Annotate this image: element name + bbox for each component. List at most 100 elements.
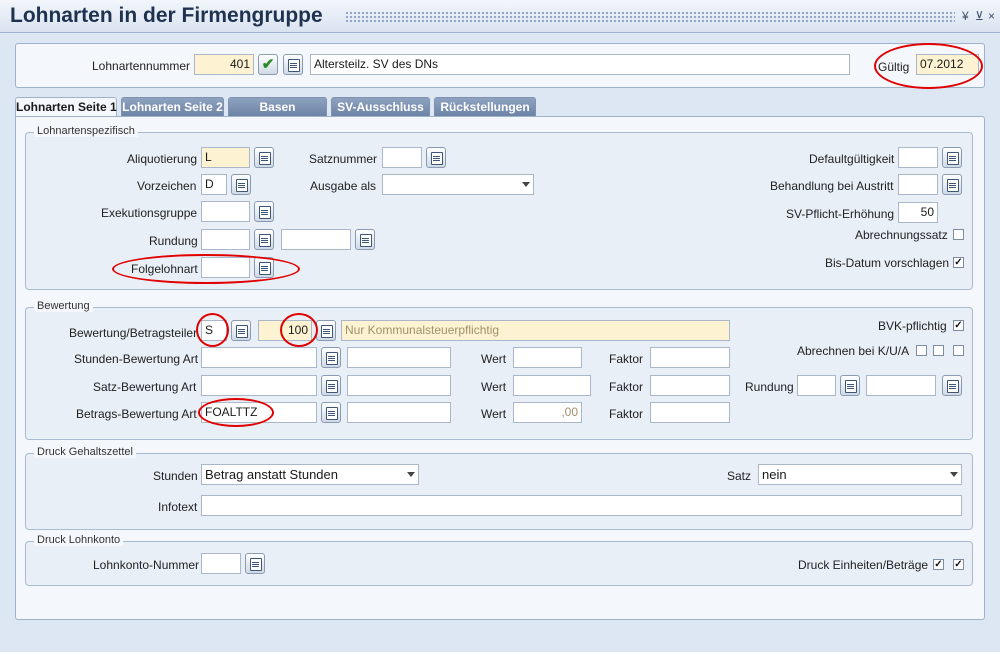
aliquotierung-list-button[interactable] bbox=[254, 147, 274, 168]
bewertung-rundung-description-field[interactable] bbox=[866, 375, 936, 396]
ausgabe-als-label: Ausgabe als bbox=[310, 179, 377, 193]
stunden-bewertung-list-button[interactable] bbox=[321, 347, 341, 368]
betragsteiler-description-field[interactable]: Nur Kommunalsteuerpflichtig bbox=[341, 320, 730, 341]
druck-stunden-select[interactable]: Betrag anstatt Stunden bbox=[201, 464, 419, 485]
satz-wert-label: Wert bbox=[481, 380, 507, 394]
stunden-faktor-label: Faktor bbox=[609, 352, 644, 366]
bewertung-legend: Bewertung bbox=[34, 300, 93, 312]
gueltig-field[interactable]: 07.2012 bbox=[916, 54, 979, 75]
folgelohnart-label: Folgelohnart bbox=[131, 262, 198, 276]
satznummer-label: Satznummer bbox=[309, 152, 378, 166]
tab-rueckstellungen[interactable]: Rückstellungen bbox=[434, 97, 536, 116]
betrags-bewertung-list-button[interactable] bbox=[321, 402, 341, 423]
druck-einheiten-label: Druck Einheiten/Beträge bbox=[798, 558, 929, 572]
stunden-bewertung-label: Stunden-Bewertung Art bbox=[74, 352, 199, 366]
satznummer-field[interactable] bbox=[382, 147, 422, 168]
lohnkonto-nummer-list-button[interactable] bbox=[245, 553, 265, 574]
rundung-description-list-button[interactable] bbox=[355, 229, 375, 250]
close-icon[interactable]: × bbox=[988, 9, 995, 23]
betragsteiler-list-button[interactable] bbox=[231, 320, 251, 341]
bis-datum-label: Bis-Datum vorschlagen bbox=[825, 256, 950, 270]
restore-icon[interactable]: ¥ bbox=[962, 9, 969, 23]
infotext-label: Infotext bbox=[158, 500, 198, 514]
minimize-icon[interactable]: ⊻ bbox=[975, 9, 984, 23]
satznummer-list-button[interactable] bbox=[426, 147, 446, 168]
defaultgueltigkeit-list-button[interactable] bbox=[942, 147, 962, 168]
behandlung-austritt-label: Behandlung bei Austritt bbox=[770, 179, 894, 193]
stunden-wert-field[interactable] bbox=[513, 347, 582, 368]
vorzeichen-label: Vorzeichen bbox=[137, 179, 197, 193]
betragsteiler-amount-field[interactable]: 100 bbox=[258, 320, 312, 341]
lohnartenspezifisch-legend: Lohnartenspezifisch bbox=[34, 125, 138, 137]
vorzeichen-list-button[interactable] bbox=[231, 174, 251, 195]
behandlung-austritt-field[interactable] bbox=[898, 174, 938, 195]
defaultgueltigkeit-label: Defaultgültigkeit bbox=[809, 152, 895, 166]
chevron-down-icon bbox=[522, 182, 530, 187]
betrags-bewertung-description-field[interactable] bbox=[347, 402, 451, 423]
bvk-pflichtig-checkbox[interactable]: ✓ bbox=[953, 320, 964, 331]
druck-lohnkonto-legend: Druck Lohnkonto bbox=[34, 534, 124, 546]
druck-betraege-checkbox[interactable]: ✓ bbox=[953, 559, 964, 570]
checkmark-icon: ✔ bbox=[261, 56, 275, 73]
lohnart-list-button[interactable] bbox=[283, 54, 303, 75]
betrags-wert-field[interactable]: ,00 bbox=[513, 402, 582, 423]
rundung-description-field[interactable] bbox=[281, 229, 351, 250]
defaultgueltigkeit-field[interactable] bbox=[898, 147, 938, 168]
bewertung-rundung-field[interactable] bbox=[797, 375, 836, 396]
satz-faktor-field[interactable] bbox=[650, 375, 730, 396]
aliquotierung-field[interactable]: L bbox=[201, 147, 250, 168]
betrags-faktor-field[interactable] bbox=[650, 402, 730, 423]
satz-faktor-label: Faktor bbox=[609, 380, 644, 394]
druck-satz-select[interactable]: nein bbox=[758, 464, 962, 485]
rundung-field[interactable] bbox=[201, 229, 250, 250]
bis-datum-checkbox[interactable]: ✓ bbox=[953, 257, 964, 268]
tab-lohnarten-seite-1[interactable]: Lohnarten Seite 1 bbox=[15, 97, 117, 117]
bewertung-rundung-label: Rundung bbox=[745, 380, 794, 394]
abrechnen-u-checkbox[interactable] bbox=[933, 345, 944, 356]
abrechnen-a-checkbox[interactable] bbox=[953, 345, 964, 356]
rundung-list-button[interactable] bbox=[254, 229, 274, 250]
stunden-faktor-field[interactable] bbox=[650, 347, 730, 368]
satz-wert-field[interactable] bbox=[513, 375, 591, 396]
abrechnungssatz-checkbox[interactable] bbox=[953, 229, 964, 240]
title-bar: Lohnarten in der Firmengruppe ¥ ⊻ × bbox=[0, 0, 1000, 33]
rundung-label: Rundung bbox=[149, 234, 198, 248]
satz-bewertung-list-button[interactable] bbox=[321, 375, 341, 396]
behandlung-austritt-list-button[interactable] bbox=[942, 174, 962, 195]
satz-bewertung-description-field[interactable] bbox=[347, 375, 451, 396]
window-title: Lohnarten in der Firmengruppe bbox=[10, 4, 323, 27]
gueltig-label: Gültig bbox=[878, 60, 910, 74]
tab-lohnarten-seite-2[interactable]: Lohnarten Seite 2 bbox=[121, 97, 224, 116]
folgelohnart-field[interactable] bbox=[201, 257, 250, 278]
druck-einheiten-checkbox[interactable]: ✓ bbox=[933, 559, 944, 570]
tab-sv-ausschluss[interactable]: SV-Ausschluss bbox=[331, 97, 430, 116]
druck-gehaltszettel-legend: Druck Gehaltszettel bbox=[34, 446, 136, 458]
bewertung-rundung-list-button[interactable] bbox=[840, 375, 860, 396]
abrechnen-k-checkbox[interactable] bbox=[916, 345, 927, 356]
betrags-wert-label: Wert bbox=[481, 407, 507, 421]
lohnartennummer-field[interactable]: 401 bbox=[194, 54, 254, 75]
folgelohnart-list-button[interactable] bbox=[254, 257, 274, 278]
abrechnen-kua-label: Abrechnen bei K/U/A bbox=[797, 344, 910, 358]
chevron-down-icon bbox=[950, 472, 958, 477]
satz-bewertung-field[interactable] bbox=[201, 375, 317, 396]
lohnart-description-field[interactable]: Altersteilz. SV des DNs bbox=[310, 54, 850, 75]
bewertung-rundung-description-list-button[interactable] bbox=[942, 375, 962, 396]
druck-stunden-value: Betrag anstatt Stunden bbox=[205, 467, 338, 482]
tab-basen[interactable]: Basen bbox=[228, 97, 327, 116]
sv-pflicht-field[interactable]: 50 bbox=[898, 202, 938, 223]
infotext-field[interactable] bbox=[201, 495, 962, 516]
druck-satz-value: nein bbox=[762, 467, 787, 482]
vorzeichen-field[interactable]: D bbox=[201, 174, 227, 195]
lohnkonto-nummer-field[interactable] bbox=[201, 553, 241, 574]
betragsteiler-field[interactable]: S bbox=[201, 320, 227, 341]
betragsteiler-amount-list-button[interactable] bbox=[316, 320, 336, 341]
betrags-bewertung-field[interactable]: FOALTTZ bbox=[201, 402, 317, 423]
stunden-bewertung-description-field[interactable] bbox=[347, 347, 451, 368]
stunden-bewertung-field[interactable] bbox=[201, 347, 317, 368]
betrags-bewertung-label: Betrags-Bewertung Art bbox=[76, 407, 197, 421]
confirm-button[interactable]: ✔ bbox=[258, 54, 278, 75]
ausgabe-als-select[interactable] bbox=[382, 174, 534, 195]
exekutionsgruppe-list-button[interactable] bbox=[254, 201, 274, 222]
exekutionsgruppe-field[interactable] bbox=[201, 201, 250, 222]
